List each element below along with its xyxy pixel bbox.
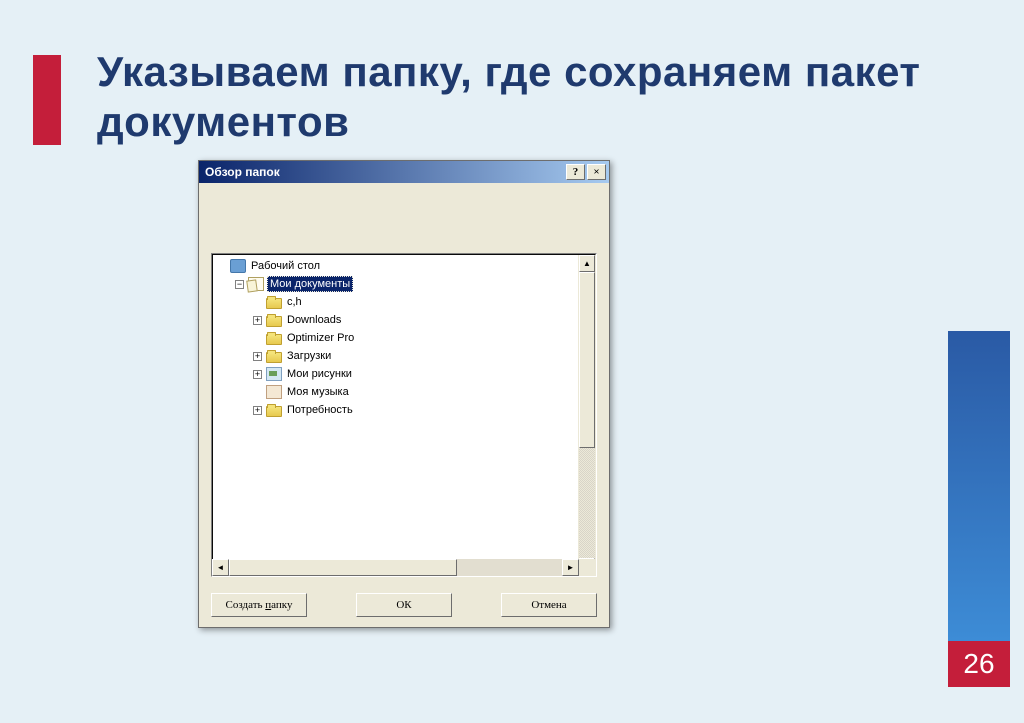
new-folder-button[interactable]: Создать папку (211, 593, 307, 617)
collapse-icon[interactable]: − (235, 280, 244, 289)
tree-node-label: Мои рисунки (285, 367, 354, 381)
tree-node[interactable]: + Потребность (213, 401, 578, 419)
tree-node-label: Моя музыка (285, 385, 351, 399)
scroll-track-vertical[interactable] (579, 448, 595, 558)
page-number-badge: 26 (948, 641, 1010, 687)
dialog-titlebar[interactable]: Обзор папок ? × (199, 161, 609, 183)
btn-text-prefix: Создать (226, 599, 266, 611)
scroll-thumb-vertical[interactable] (579, 272, 595, 448)
expand-icon[interactable]: + (253, 352, 262, 361)
folder-icon (266, 334, 282, 345)
dialog-body: Рабочий стол− Мои документы с,h + Downloads O… (199, 183, 609, 627)
scroll-track-horizontal[interactable] (457, 559, 562, 576)
folder-icon (266, 352, 282, 363)
my-documents-icon (248, 277, 264, 291)
tree-node-label: Мои документы (267, 276, 353, 292)
music-folder-icon (266, 385, 282, 399)
folder-icon (266, 406, 282, 417)
pictures-folder-icon (266, 367, 282, 381)
slide-title: Указываем папку, где сохраняем пакет док… (97, 47, 1024, 148)
tree-node[interactable]: − Мои документы (213, 275, 578, 293)
desktop-icon (230, 259, 246, 273)
tree-node[interactable]: + Downloads (213, 311, 578, 329)
tree-node-label: Downloads (285, 313, 343, 327)
scroll-up-button[interactable]: ▲ (579, 255, 595, 272)
expand-placeholder (253, 298, 262, 307)
expand-icon[interactable]: + (253, 316, 262, 325)
close-button[interactable]: × (587, 164, 606, 180)
expand-placeholder (253, 334, 262, 343)
presentation-slide: Указываем папку, где сохраняем пакет док… (0, 0, 1024, 723)
horizontal-scrollbar[interactable]: ◄ ► (212, 559, 579, 576)
tree-node-label: с,h (285, 295, 304, 309)
scroll-left-button[interactable]: ◄ (212, 559, 229, 576)
folder-icon (266, 316, 282, 327)
title-accent-bar (33, 55, 61, 145)
dialog-button-row: Создать папку ОК Отмена (211, 577, 597, 617)
tree-node-label: Рабочий стол (249, 259, 322, 273)
folder-tree-container: Рабочий стол− Мои документы с,h + Downloads O… (211, 253, 597, 577)
help-button[interactable]: ? (566, 164, 585, 180)
browse-folders-dialog: Обзор папок ? × Рабочий стол− Мои докумен… (198, 160, 610, 628)
scroll-right-button[interactable]: ► (562, 559, 579, 576)
cancel-button[interactable]: Отмена (501, 593, 597, 617)
tree-node-label: Потребность (285, 403, 355, 417)
expand-icon[interactable]: + (253, 406, 262, 415)
folder-icon (266, 298, 282, 309)
ok-button[interactable]: ОК (356, 593, 452, 617)
expand-icon[interactable]: + (253, 370, 262, 379)
vertical-scrollbar[interactable]: ▲ ▼ (578, 255, 595, 575)
dialog-title: Обзор папок (205, 165, 564, 179)
dialog-spacer (211, 193, 597, 253)
side-decoration (948, 331, 1010, 641)
scrollbar-corner (579, 559, 596, 576)
tree-node[interactable]: Optimizer Pro (213, 329, 578, 347)
tree-node[interactable]: с,h (213, 293, 578, 311)
folder-tree[interactable]: Рабочий стол− Мои документы с,h + Downloads O… (213, 255, 578, 575)
scroll-thumb-horizontal[interactable] (229, 559, 457, 576)
tree-node[interactable]: Моя музыка (213, 383, 578, 401)
btn-text-suffix: апку (271, 599, 292, 611)
tree-node[interactable]: Рабочий стол (213, 257, 578, 275)
expand-placeholder (217, 262, 226, 271)
tree-node[interactable]: + Мои рисунки (213, 365, 578, 383)
tree-node-label: Optimizer Pro (285, 331, 356, 345)
tree-node[interactable]: + Загрузки (213, 347, 578, 365)
tree-node-label: Загрузки (285, 349, 333, 363)
expand-placeholder (253, 388, 262, 397)
